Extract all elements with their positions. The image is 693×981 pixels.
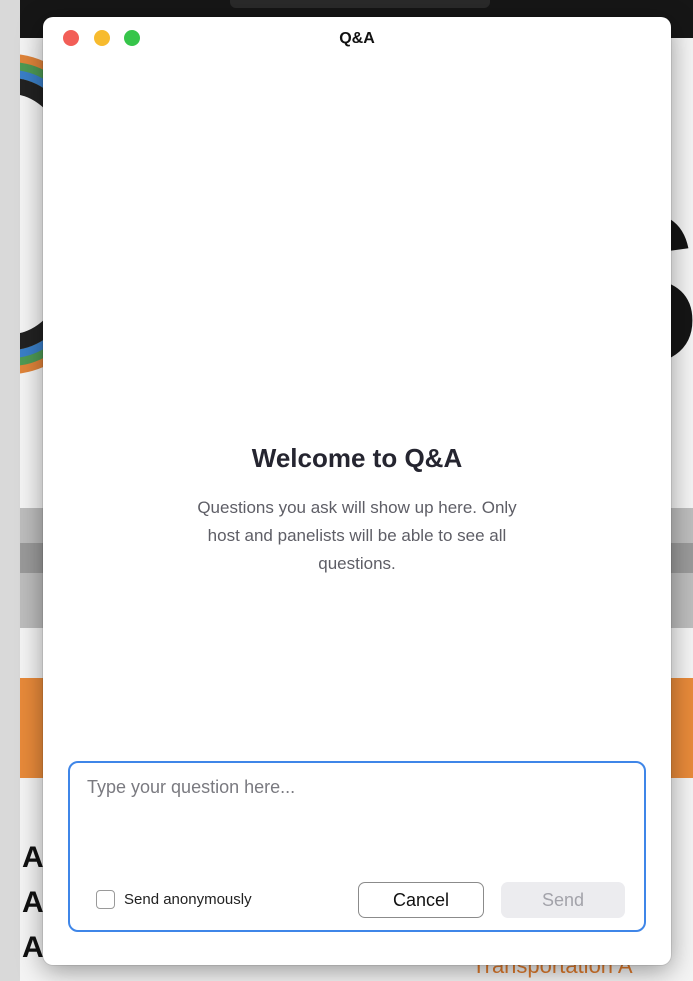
background-text-fragment: A — [22, 886, 44, 919]
background-text-fragment: A — [22, 841, 44, 874]
welcome-title: Welcome to Q&A — [251, 443, 463, 473]
window-title: Q&A — [339, 30, 375, 47]
welcome-panel: Welcome to Q&A Questions you ask will sh… — [43, 443, 671, 578]
qa-window: Q&A Welcome to Q&A Questions you ask wil… — [43, 17, 671, 965]
top-bar-notch — [230, 0, 490, 8]
send-anonymously-checkbox[interactable] — [96, 890, 115, 909]
send-anonymously-label: Send anonymously — [124, 891, 252, 908]
title-bar[interactable]: Q&A — [43, 17, 671, 61]
question-compose-box: Send anonymously Cancel Send — [68, 761, 646, 932]
desktop-edge — [0, 0, 20, 981]
background-text-fragment: A — [22, 931, 44, 964]
send-anonymously-option[interactable]: Send anonymously — [96, 890, 252, 909]
cancel-button[interactable]: Cancel — [358, 882, 484, 918]
question-input[interactable] — [87, 777, 622, 867]
send-button[interactable]: Send — [501, 882, 625, 918]
welcome-message: Questions you ask will show up here. Onl… — [197, 498, 517, 573]
